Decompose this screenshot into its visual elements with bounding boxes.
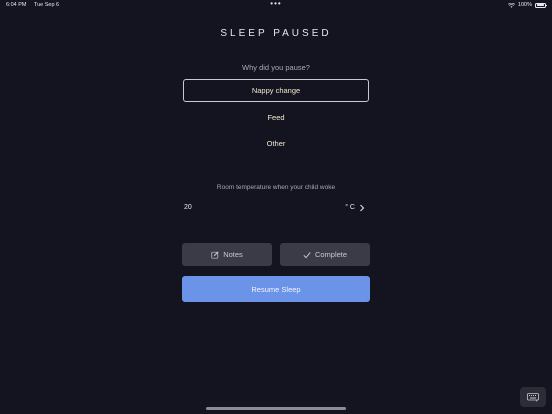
option-nappy-change[interactable]: Nappy change bbox=[183, 79, 369, 102]
chevron-right-icon bbox=[360, 204, 365, 212]
resume-sleep-button[interactable]: Resume Sleep bbox=[182, 276, 370, 302]
keyboard-toggle-button[interactable] bbox=[520, 387, 546, 407]
complete-button[interactable]: Complete bbox=[280, 243, 370, 266]
checkmark-icon bbox=[303, 251, 311, 258]
notes-button-label: Notes bbox=[223, 250, 243, 259]
temperature-unit: ° C bbox=[345, 204, 355, 211]
temperature-value: 20 bbox=[184, 204, 192, 211]
temperature-picker[interactable]: 20 ° C bbox=[183, 202, 369, 214]
option-label: Other bbox=[266, 139, 286, 148]
wifi-icon bbox=[507, 2, 515, 8]
option-feed[interactable]: Feed bbox=[183, 106, 369, 129]
battery-percent: 100% bbox=[517, 2, 532, 8]
multitasking-dots[interactable]: ••• bbox=[270, 0, 281, 8]
temperature-label: Room temperature when your child woke bbox=[216, 184, 336, 191]
pause-reason-question: Why did you pause? bbox=[242, 63, 310, 72]
option-label: Nappy change bbox=[251, 86, 301, 95]
resume-sleep-button-label: Resume Sleep bbox=[251, 284, 301, 294]
page-title: SLEEP PAUSED bbox=[220, 28, 332, 39]
keyboard-icon bbox=[527, 392, 539, 402]
home-indicator[interactable] bbox=[206, 407, 346, 410]
notes-button[interactable]: Notes bbox=[182, 243, 272, 266]
status-time: 6:04 PM bbox=[6, 2, 27, 8]
status-date: Tue Sep 6 bbox=[33, 2, 60, 8]
option-other[interactable]: Other bbox=[183, 132, 369, 155]
battery-icon bbox=[535, 2, 547, 8]
status-right: 100% bbox=[507, 2, 547, 8]
complete-button-label: Complete bbox=[314, 250, 348, 259]
option-label: Feed bbox=[267, 113, 285, 122]
status-bar: 6:04 PM Tue Sep 6 ••• 100% bbox=[0, 0, 552, 12]
edit-note-icon bbox=[211, 250, 219, 259]
status-left: 6:04 PM Tue Sep 6 bbox=[6, 2, 65, 8]
